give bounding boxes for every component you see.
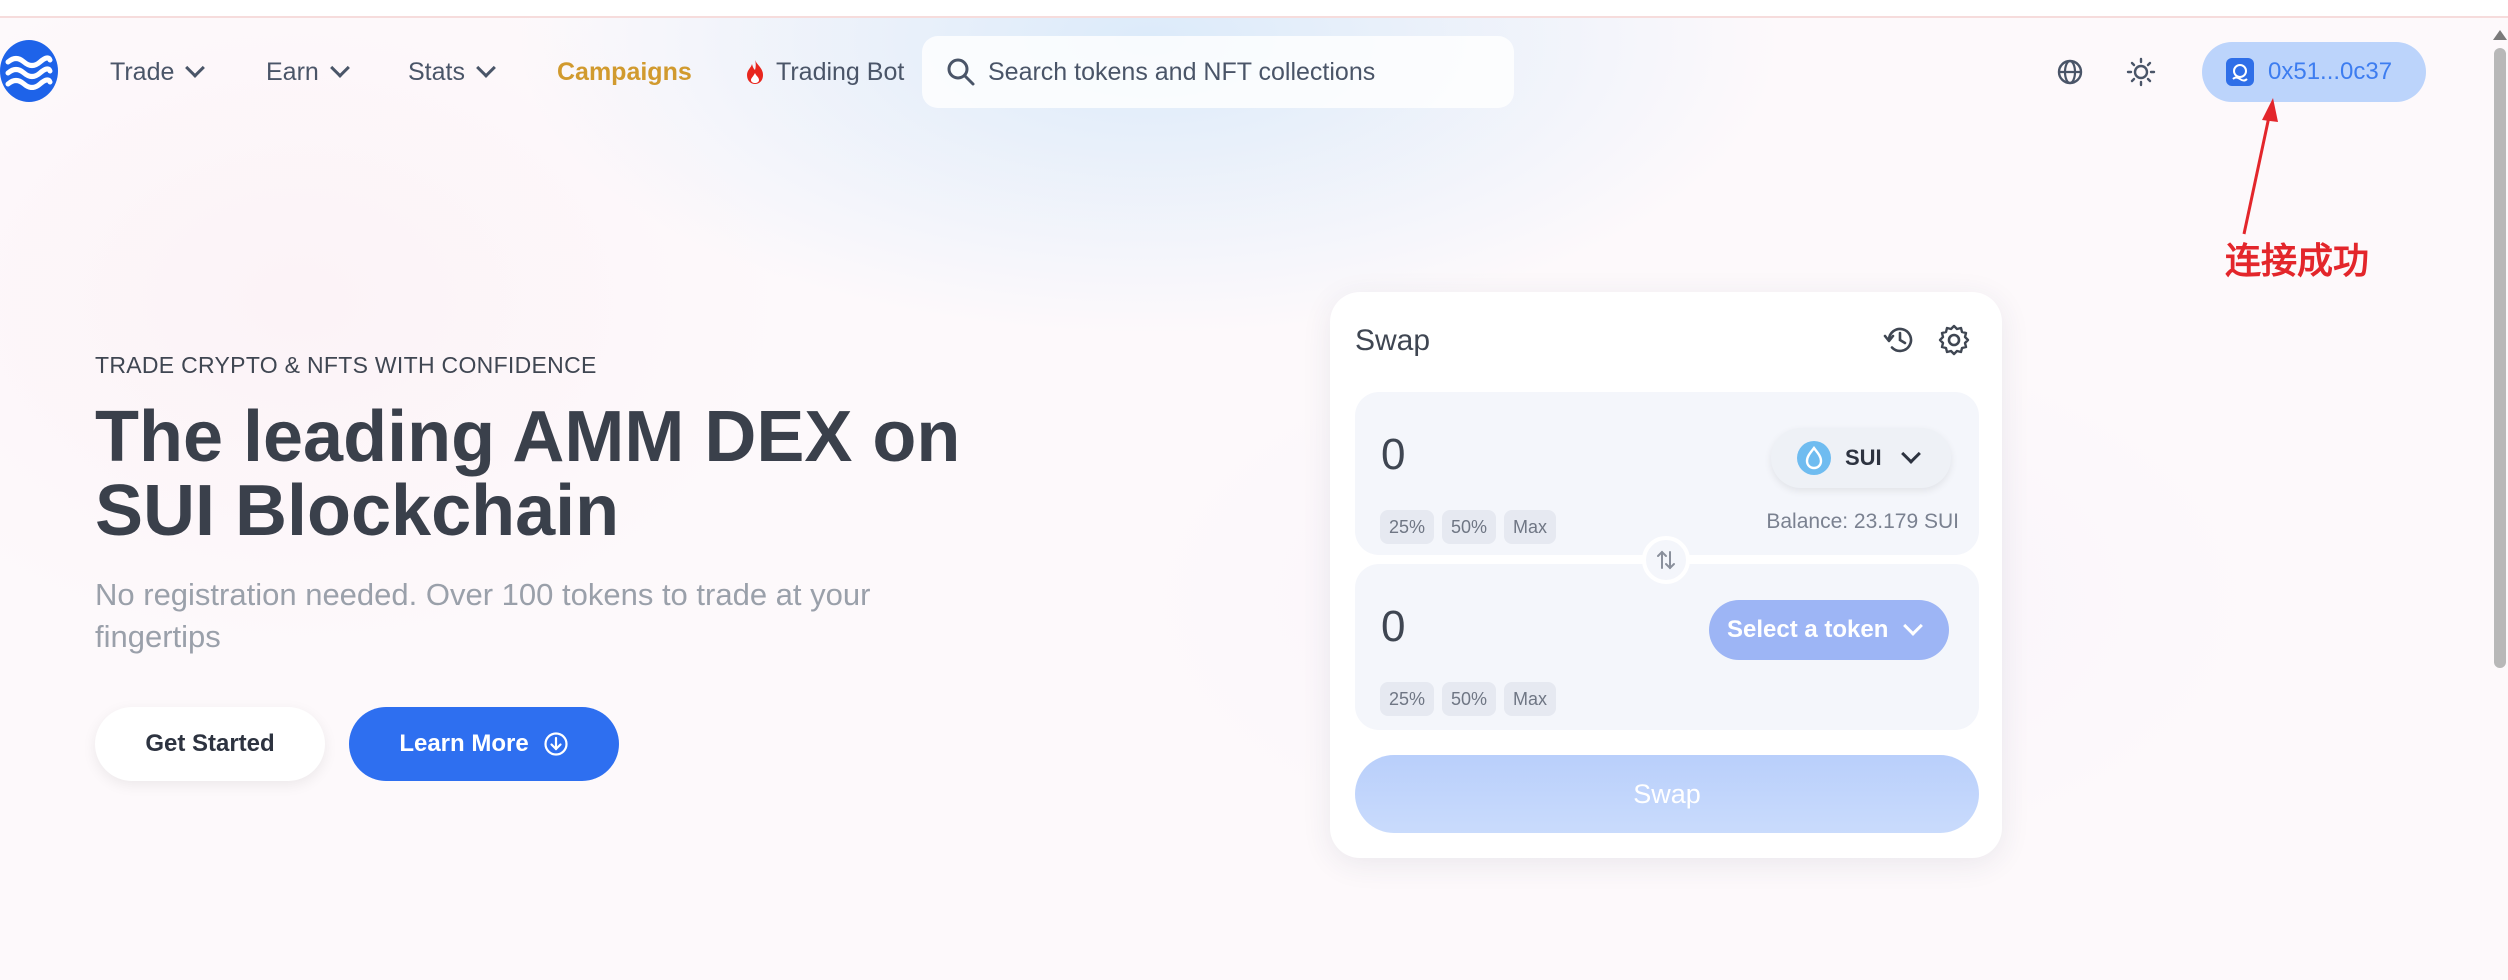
- from-max-button[interactable]: Max: [1504, 510, 1557, 544]
- search-input[interactable]: [988, 57, 1488, 87]
- chevron-down-icon: [185, 58, 206, 78]
- nav-trade[interactable]: Trade: [110, 52, 206, 92]
- search-icon: [947, 58, 975, 86]
- search-bar[interactable]: [922, 36, 1514, 108]
- get-started-label: Get Started: [145, 730, 275, 757]
- nav-trading-bot-label: Trading Bot: [776, 57, 905, 86]
- wallet-address: 0x51...0c37: [2268, 58, 2393, 85]
- chevron-down-icon: [476, 58, 496, 78]
- hero-eyebrow: TRADE CRYPTO & NFTS WITH CONFIDENCE: [95, 352, 597, 378]
- theme-toggle-button[interactable]: [2121, 52, 2161, 92]
- chevron-down-icon: [1903, 616, 1924, 636]
- annotation-arrow-icon: [2242, 98, 2278, 235]
- scroll-up-icon[interactable]: [2493, 30, 2507, 40]
- page-scrollbar[interactable]: [2490, 30, 2508, 980]
- select-token-label: Select a token: [1727, 616, 1889, 643]
- chevron-down-icon: [1900, 444, 1921, 464]
- from-amount-input[interactable]: [1381, 430, 1681, 480]
- swap-from-panel: SUI 25% 50% Max Balance: 23.179 SUI: [1355, 392, 1979, 555]
- hero-headline: The leading AMM DEX on SUI Blockchain: [95, 400, 1095, 548]
- nav-earn-label: Earn: [266, 57, 319, 86]
- nav-earn[interactable]: Earn: [266, 52, 350, 92]
- hero-headline-line2: SUI Blockchain: [95, 471, 620, 551]
- nav-trading-bot[interactable]: Trading Bot: [744, 52, 904, 92]
- select-token-button[interactable]: Select a token: [1709, 600, 1949, 660]
- learn-more-label: Learn More: [399, 730, 529, 757]
- logo-icon[interactable]: [0, 40, 58, 102]
- swap-arrows-icon: [1657, 550, 1675, 570]
- from-token-select[interactable]: SUI: [1771, 428, 1951, 488]
- sun-icon: [2126, 57, 2156, 87]
- from-balance: Balance: 23.179 SUI: [1766, 510, 1959, 533]
- fire-icon: [747, 60, 763, 84]
- swap-to-panel: Select a token 25% 50% Max: [1355, 564, 1979, 730]
- browser-top-edge: [0, 0, 2508, 18]
- nav-trade-label: Trade: [110, 57, 175, 86]
- chevron-down-icon: [329, 58, 350, 78]
- annotation-label: 连接成功: [2225, 241, 2370, 282]
- nav-stats[interactable]: Stats: [408, 52, 496, 92]
- gear-icon[interactable]: [1936, 322, 1972, 358]
- to-50-percent-button[interactable]: 50%: [1442, 682, 1497, 716]
- scroll-thumb[interactable]: [2494, 48, 2506, 668]
- nav-stats-label: Stats: [408, 57, 465, 86]
- get-started-button[interactable]: Get Started: [95, 707, 325, 781]
- learn-more-button[interactable]: Learn More: [349, 707, 619, 781]
- to-amount-input[interactable]: [1381, 602, 1681, 652]
- hero-headline-line1: The leading AMM DEX on: [95, 397, 961, 477]
- nav-campaigns-label: Campaigns: [557, 57, 692, 86]
- swap-submit-label: Swap: [1633, 778, 1701, 809]
- from-25-percent-button[interactable]: 25%: [1380, 510, 1435, 544]
- arrow-down-circle-icon: [544, 732, 568, 756]
- swap-submit-button[interactable]: Swap: [1355, 755, 1979, 833]
- to-max-button[interactable]: Max: [1504, 682, 1557, 716]
- to-25-percent-button[interactable]: 25%: [1380, 682, 1435, 716]
- from-50-percent-button[interactable]: 50%: [1442, 510, 1497, 544]
- globe-icon: [2057, 59, 2083, 85]
- from-token-name: SUI: [1845, 445, 1882, 470]
- swap-card: Swap SUI 25% 50% Max Balance: 23.179 SUI…: [1330, 292, 2002, 858]
- wallet-avatar-icon: [2226, 58, 2254, 86]
- hero-subheadline: No registration needed. Over 100 tokens …: [95, 577, 871, 654]
- language-button[interactable]: [2050, 52, 2090, 92]
- nav-campaigns[interactable]: Campaigns: [557, 52, 692, 92]
- swap-title: Swap: [1355, 324, 1431, 357]
- flip-direction-button[interactable]: [1642, 536, 1690, 584]
- sui-token-icon: [1797, 441, 1831, 475]
- history-icon[interactable]: [1882, 322, 1918, 358]
